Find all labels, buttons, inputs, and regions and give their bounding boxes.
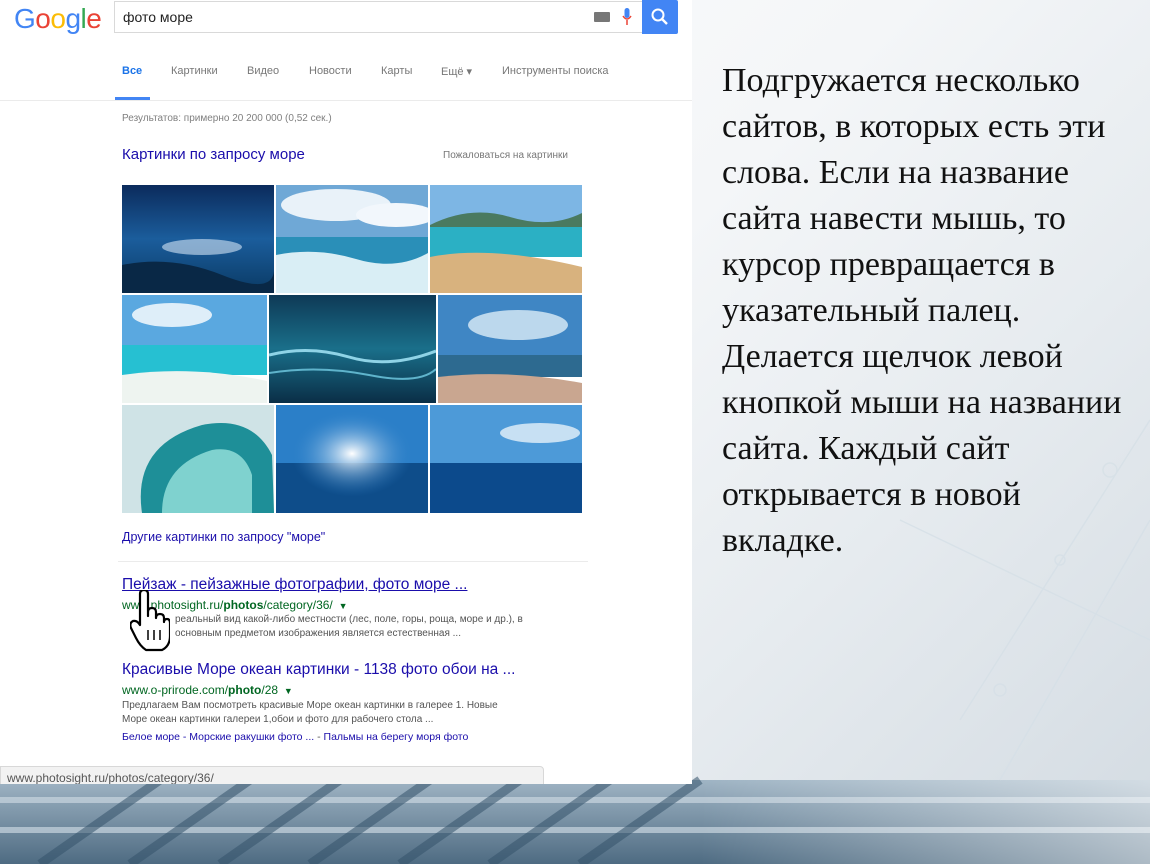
active-tab-indicator xyxy=(115,97,150,100)
tab-news[interactable]: Новости xyxy=(309,65,352,77)
result-2-url-bold: photo xyxy=(228,683,262,697)
result-1-url-rest: /category/36/ xyxy=(263,598,333,612)
tab-maps[interactable]: Карты xyxy=(381,65,412,77)
results-count: Результатов: примерно 20 200 000 (0,52 с… xyxy=(122,113,332,124)
result-1-snippet-line2: основным предметом изображения является … xyxy=(175,628,461,639)
tab-all[interactable]: Все xyxy=(122,65,142,77)
result-2-snippet-line1: Предлагаем Вам посмотреть красивые Море … xyxy=(122,700,498,711)
status-bar-url: www.photosight.ru/photos/category/36/ xyxy=(7,771,214,784)
status-bar: www.photosight.ru/photos/category/36/ xyxy=(0,766,544,784)
results-divider xyxy=(118,561,588,562)
result-2-url: www.o-prirode.com/photo/28 ▼ xyxy=(122,683,293,697)
result-1-title-link[interactable]: Пейзаж - пейзажные фотографии, фото море… xyxy=(122,576,467,594)
microphone-icon[interactable] xyxy=(622,8,632,26)
result-1-snippet-line1: реальный вид какой-либо местности (лес, … xyxy=(175,614,523,625)
keyboard-icon[interactable] xyxy=(594,12,610,22)
search-icon xyxy=(651,8,668,25)
slide-caption: Подгружается несколько сайтов, в которых… xyxy=(722,62,1122,559)
sea-image-night[interactable] xyxy=(122,185,274,293)
tab-images[interactable]: Картинки xyxy=(171,65,218,77)
sea-image-open-ocean[interactable] xyxy=(430,405,582,513)
logo-letter: o xyxy=(50,3,66,34)
sea-image-dark-waves[interactable] xyxy=(269,295,436,403)
result-2-title-link[interactable]: Красивые Море океан картинки - 1138 фото… xyxy=(122,661,515,679)
search-query-text[interactable]: фото море xyxy=(123,9,193,25)
result-1-url-bold: photos xyxy=(223,598,264,612)
sitelink-separator: - xyxy=(314,731,324,743)
sea-image-beach[interactable] xyxy=(430,185,582,293)
logo-letter: o xyxy=(35,3,51,34)
sitelink-white-sea[interactable]: Белое море - Морские ракушки фото ... xyxy=(122,731,314,743)
logo-letter: G xyxy=(14,3,36,34)
tab-more[interactable]: Ещё ▾ xyxy=(441,65,472,78)
tab-video[interactable]: Видео xyxy=(247,65,279,77)
result-2-url-domain: www.o-prirode.com/ xyxy=(122,683,229,697)
result-2-snippet-line2: Море океан картинки галереи 1,обои и фот… xyxy=(122,714,434,725)
report-images-link[interactable]: Пожаловаться на картинки xyxy=(443,150,568,161)
result-2-url-rest: /28 xyxy=(261,683,279,697)
sea-image-wave-tube[interactable] xyxy=(122,405,274,513)
result-2-dropdown-icon[interactable]: ▼ xyxy=(281,686,293,696)
result-2-sitelinks: Белое море - Морские ракушки фото ... - … xyxy=(122,731,468,743)
sea-image-sun-horizon[interactable] xyxy=(276,405,428,513)
search-input[interactable]: фото море xyxy=(114,1,642,33)
images-heading-link[interactable]: Картинки по запросу море xyxy=(122,146,305,163)
google-logo[interactable]: Google xyxy=(14,3,102,35)
google-header: Google фото море xyxy=(0,0,692,44)
logo-letter: g xyxy=(65,3,81,34)
result-1-dropdown-icon[interactable]: ▼ xyxy=(336,601,348,611)
sitelink-palms[interactable]: Пальмы на берегу моря фото xyxy=(324,731,469,743)
logo-letter: e xyxy=(86,3,102,34)
tab-search-tools[interactable]: Инструменты поиска xyxy=(502,65,609,77)
search-tabs: Все Картинки Видео Новости Карты Ещё ▾ И… xyxy=(0,44,692,101)
sea-image-sky-shore[interactable] xyxy=(438,295,582,403)
sea-image-turquoise-shore[interactable] xyxy=(122,295,267,403)
more-images-link[interactable]: Другие картинки по запросу "море" xyxy=(122,530,325,544)
sea-image-waves-clouds[interactable] xyxy=(276,185,428,293)
search-button[interactable] xyxy=(642,0,678,34)
hand-pointer-cursor-icon xyxy=(130,590,170,652)
browser-screenshot: Google фото море Все Картинки Видео Ново… xyxy=(0,0,692,784)
